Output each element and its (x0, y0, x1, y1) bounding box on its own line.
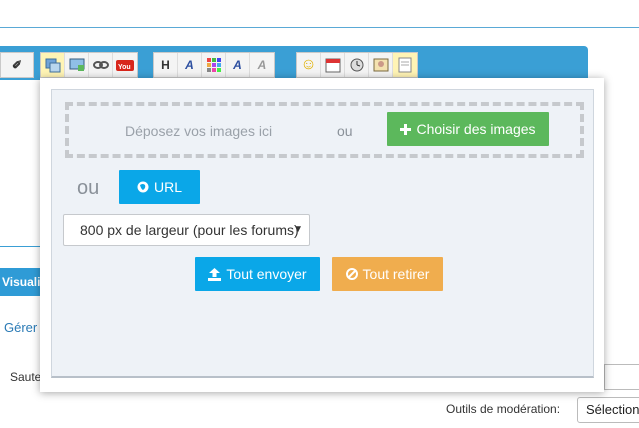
clock-button[interactable] (345, 53, 369, 77)
image-size-value: 800 px de largeur (pour les forums) (80, 222, 299, 238)
document-button[interactable] (393, 53, 417, 77)
globe-icon (137, 181, 149, 193)
pen-icon[interactable]: ✐ (1, 53, 33, 77)
toolbar-group-text: H A A A (153, 52, 275, 78)
plus-icon (400, 123, 412, 135)
top-divider (0, 27, 639, 28)
upload-panel: Déposez vos images ici ou Choisir des im… (51, 89, 594, 378)
font-button[interactable]: A (178, 53, 202, 77)
image-upload-button[interactable] (41, 53, 65, 77)
url-button[interactable]: URL (119, 170, 200, 204)
url-button-label: URL (153, 179, 182, 195)
link-button[interactable] (89, 53, 113, 77)
or-text-large: ou (77, 177, 100, 199)
choose-images-label: Choisir des images (416, 121, 536, 137)
link-gerer[interactable]: Gérer (4, 320, 37, 335)
color-grid-button[interactable] (202, 53, 226, 77)
toolbar-group-format: ✐ (0, 52, 34, 78)
picture-icon (373, 58, 388, 72)
dropzone-text: Déposez vos images ici (125, 123, 273, 139)
clear-format-button[interactable]: A (250, 53, 274, 77)
heading-button[interactable]: H (154, 53, 178, 77)
toolbar-group-insert: ☺ (296, 52, 418, 78)
image-dropzone[interactable]: Déposez vos images ici ou Choisir des im… (65, 102, 584, 158)
toolbar-group-media: You (40, 52, 138, 78)
image-size-select[interactable]: 800 px de largeur (pour les forums) ▼ (63, 214, 310, 246)
remove-all-button[interactable]: Tout retirer (332, 257, 443, 291)
monitor-icon (69, 58, 84, 71)
clock-icon (350, 58, 363, 72)
document-icon (398, 57, 412, 73)
calendar-icon (325, 58, 340, 73)
moderation-label: Outils de modération: (446, 402, 561, 416)
calendar-button[interactable] (321, 53, 345, 77)
image-icon (45, 58, 60, 73)
svg-text:You: You (118, 64, 131, 71)
youtube-button[interactable]: You (113, 53, 137, 77)
moderation-select[interactable]: Sélection (577, 397, 639, 423)
chevron-down-icon: ▼ (293, 224, 303, 235)
send-all-button[interactable]: Tout envoyer (195, 257, 320, 291)
smiley-icon[interactable]: ☺ (297, 53, 321, 77)
choose-images-button[interactable]: Choisir des images (387, 112, 549, 146)
send-all-label: Tout envoyer (226, 266, 307, 282)
tab-visualiser[interactable]: Visualis (0, 268, 44, 296)
label-saute: Saute (10, 370, 42, 384)
jump-input[interactable] (604, 364, 639, 390)
youtube-icon: You (116, 60, 134, 71)
ban-icon (345, 268, 358, 280)
font-size-button[interactable]: A (226, 53, 250, 77)
color-grid-icon (206, 58, 221, 72)
remove-all-label: Tout retirer (362, 266, 430, 282)
link-icon (92, 61, 109, 69)
image-host-button[interactable] (65, 53, 89, 77)
picture-button[interactable] (369, 53, 393, 77)
or-text: ou (337, 123, 353, 139)
image-upload-popup: Déposez vos images ici ou Choisir des im… (40, 78, 604, 392)
upload-icon (208, 267, 222, 281)
